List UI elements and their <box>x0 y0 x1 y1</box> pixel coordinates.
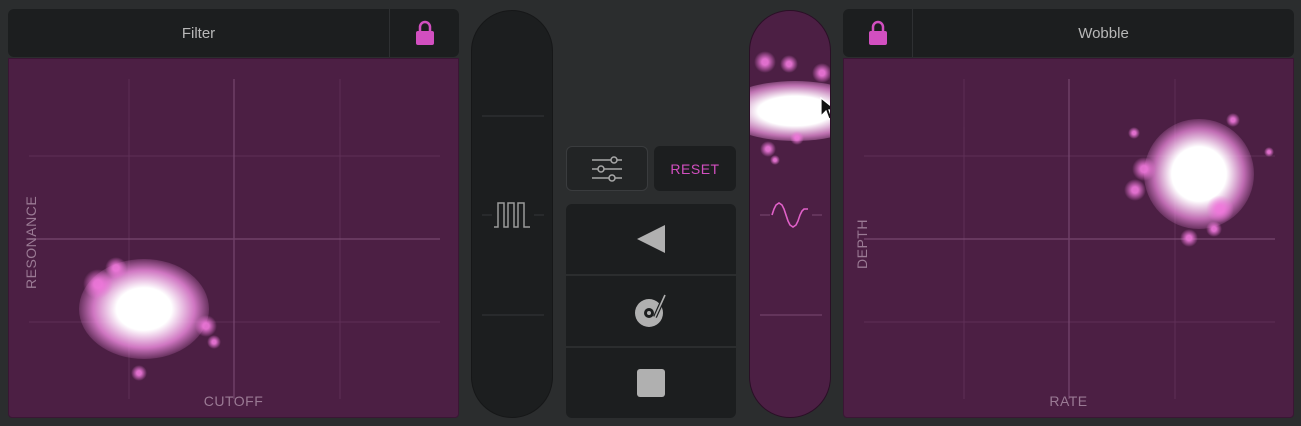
sliders-icon <box>592 155 622 182</box>
right-pad-header: Wobble <box>843 9 1294 57</box>
scratch-button[interactable] <box>566 276 736 346</box>
turntable-icon <box>635 294 667 327</box>
reverse-button[interactable] <box>566 204 736 274</box>
reset-button[interactable]: RESET <box>654 146 736 191</box>
stop-button[interactable] <box>566 348 736 418</box>
mouse-pointer-icon <box>820 97 830 120</box>
reverse-play-icon <box>637 225 665 253</box>
left-lock-button[interactable] <box>389 9 459 57</box>
lock-icon <box>415 20 434 45</box>
lock-icon <box>868 20 887 45</box>
resonance-axis-label: RESONANCE <box>23 195 39 289</box>
pad-grid <box>864 79 1275 399</box>
sine-wave-icon <box>771 202 808 228</box>
remote-fx-window: Filter CUTOFF RESONANCE RESET Wobble RAT… <box>0 0 1301 426</box>
depth-axis-label: DEPTH <box>854 219 870 269</box>
square-wave-icon <box>494 202 530 228</box>
stop-icon <box>637 369 665 397</box>
rate-axis-label: RATE <box>1049 393 1088 409</box>
left-pad-header: Filter <box>8 9 459 57</box>
right-vertical-slider[interactable] <box>749 10 831 418</box>
right-pad-title: Wobble <box>1078 24 1129 42</box>
pad-grid <box>29 79 440 399</box>
cutoff-axis-label: CUTOFF <box>203 393 264 409</box>
left-vertical-slider[interactable] <box>471 10 553 418</box>
left-pad-title: Filter <box>181 24 216 42</box>
filter-xy-pad[interactable]: CUTOFF RESONANCE <box>8 58 459 418</box>
settings-button[interactable] <box>566 146 648 191</box>
wobble-xy-pad[interactable]: RATE DEPTH <box>843 58 1294 418</box>
right-lock-button[interactable] <box>843 9 913 57</box>
